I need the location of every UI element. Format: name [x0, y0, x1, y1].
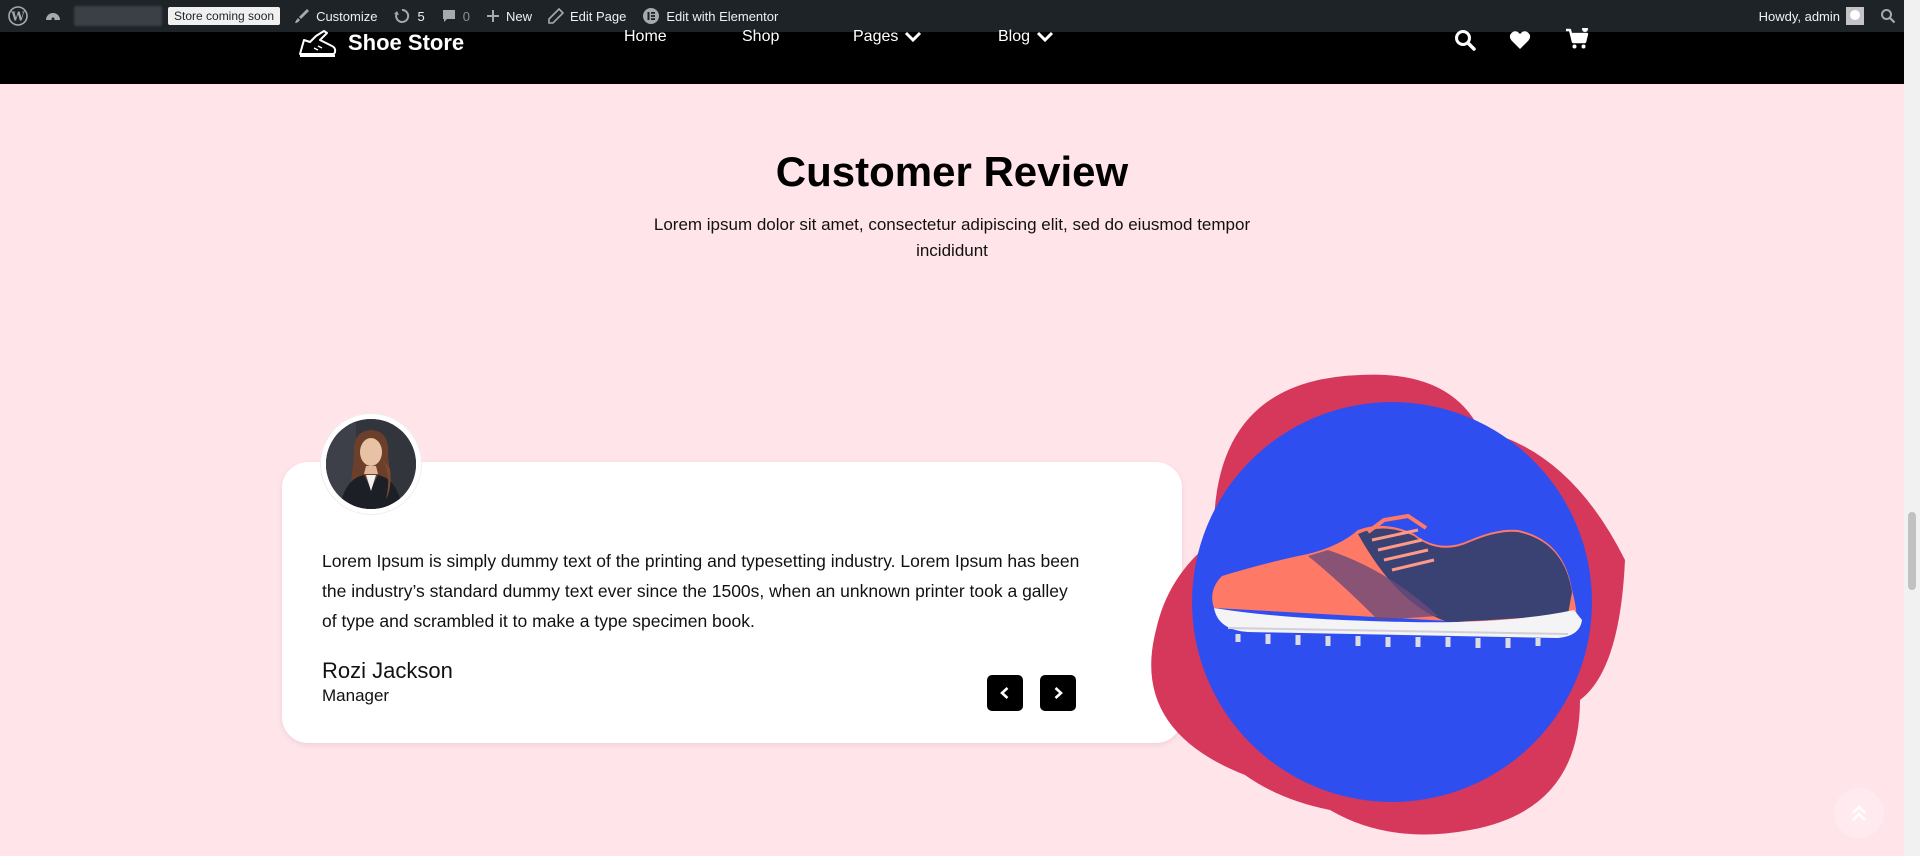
nav-blog-label: Blog [998, 28, 1031, 45]
edit-elementor-label: Edit with Elementor [666, 8, 779, 24]
previous-review-button[interactable] [987, 675, 1023, 711]
nav-home[interactable]: Home [624, 28, 667, 46]
reviewer-name: Rozi Jackson [322, 658, 453, 683]
comments-count: 0 [462, 8, 470, 24]
dashboard-icon[interactable] [36, 0, 70, 32]
section-title: Customer Review [775, 148, 1129, 195]
page-scrollbar[interactable] [1904, 0, 1920, 856]
nav-shop[interactable]: Shop [742, 28, 779, 46]
store-coming-soon-badge[interactable]: Store coming soon [168, 7, 281, 25]
chevron-left-icon [1000, 687, 1009, 699]
nav-pages-label: Pages [853, 28, 899, 45]
shoe-logo-icon [299, 30, 337, 57]
wishlist-heart-icon[interactable] [1509, 30, 1531, 55]
header-search-icon[interactable] [1454, 29, 1476, 56]
site-name-link[interactable] [74, 6, 162, 26]
plus-icon [486, 10, 499, 22]
elementor-icon [643, 8, 660, 24]
site-header [0, 32, 1904, 84]
cart-icon[interactable] [1565, 26, 1589, 55]
reviewer-avatar [321, 414, 421, 514]
edit-page-label: Edit Page [569, 8, 627, 24]
new-content-link[interactable]: New [478, 0, 540, 32]
logo-text: Shoe Store [348, 30, 465, 55]
new-label: New [505, 8, 532, 24]
my-account-link[interactable]: Howdy, admin [1751, 0, 1872, 32]
double-chevron-up-icon [1852, 805, 1866, 821]
comment-icon [442, 10, 455, 22]
nav-blog[interactable]: Blog [998, 28, 1054, 46]
site-logo[interactable]: Shoe Store [298, 28, 464, 58]
howdy-label: Howdy, admin [1758, 8, 1840, 24]
review-text: Lorem Ipsum is simply dummy text of the … [322, 551, 1080, 631]
customize-label: Customize [316, 8, 378, 24]
brush-icon [295, 9, 310, 23]
edit-page-link[interactable]: Edit Page [540, 0, 634, 32]
updates-icon [394, 8, 410, 23]
scrollbar-thumb[interactable] [1908, 512, 1916, 590]
shoe-blob-graphic [1151, 374, 1625, 835]
admin-search-icon[interactable] [1872, 0, 1904, 32]
next-review-button[interactable] [1040, 675, 1076, 711]
reviewer-photo [326, 419, 416, 509]
chevron-right-icon [1054, 687, 1063, 699]
user-avatar-icon [1846, 7, 1864, 25]
updates-count: 5 [417, 8, 425, 24]
nav-home-label: Home [624, 28, 667, 45]
reviewer-role: Manager [322, 686, 390, 705]
svg-text:W: W [10, 10, 25, 24]
wordpress-logo-icon[interactable]: W [0, 0, 36, 32]
nav-pages[interactable]: Pages [853, 28, 922, 46]
nav-shop-label: Shop [742, 28, 780, 45]
pencil-icon [548, 8, 564, 24]
scroll-to-top-button[interactable] [1834, 788, 1884, 838]
product-showcase [1150, 370, 1630, 845]
admin-bar: W Store coming soon Customize 5 0 New Ed… [0, 0, 1904, 32]
chevron-down-icon [1036, 31, 1054, 43]
chevron-down-icon [905, 31, 922, 43]
section-subtitle: Lorem ipsum dolor sit amet, consectetur … [653, 215, 1251, 260]
